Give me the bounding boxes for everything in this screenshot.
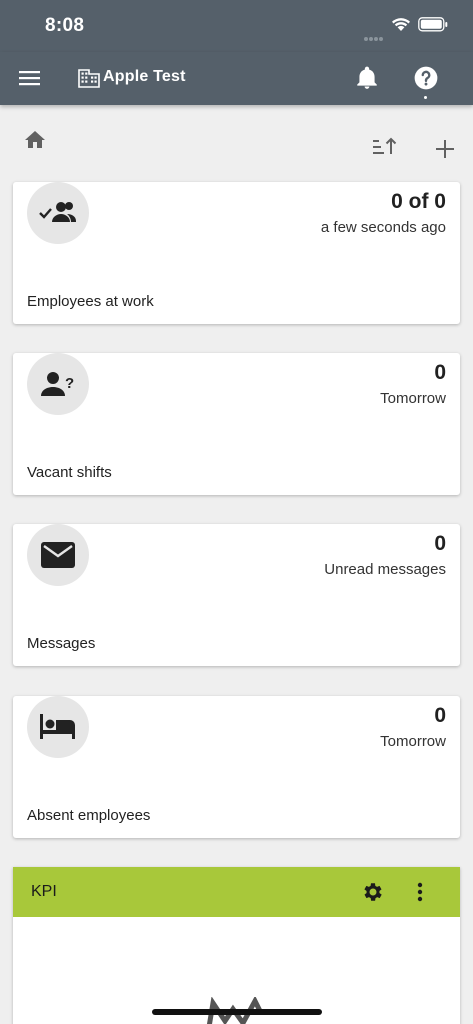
help-indicator-dot — [424, 96, 427, 99]
card-employees-at-work[interactable]: 0 of 0 a few seconds ago Employees at wo… — [13, 182, 460, 324]
card-label: Employees at work — [27, 293, 154, 310]
home-indicator[interactable] — [152, 1009, 322, 1015]
gear-icon[interactable] — [361, 880, 385, 904]
card-subtitle: Unread messages — [324, 561, 446, 578]
card-label: Absent employees — [27, 807, 151, 824]
help-icon[interactable] — [413, 65, 439, 91]
card-subtitle: Tomorrow — [380, 390, 446, 407]
card-label: Messages — [27, 635, 96, 652]
status-time: 8:08 — [45, 15, 85, 36]
sort-icon[interactable] — [372, 136, 398, 160]
card-messages[interactable]: 0 Unread messages Messages — [13, 524, 460, 666]
svg-text:?: ? — [65, 375, 74, 392]
card-absent-employees[interactable]: 0 Tomorrow Absent employees — [13, 696, 460, 838]
app-title[interactable]: Apple Test — [103, 68, 186, 86]
card-value: 0 — [434, 704, 446, 727]
kpi-title: KPI — [31, 883, 57, 900]
person-question-icon: ? — [27, 353, 89, 415]
app-bar: Apple Test — [0, 52, 473, 105]
battery-icon — [418, 17, 448, 32]
wifi-icon — [392, 18, 410, 31]
card-subtitle: a few seconds ago — [320, 219, 446, 236]
kpi-panel: KPI — [13, 867, 460, 1024]
building-icon — [78, 69, 100, 88]
kpi-header: KPI — [13, 867, 460, 917]
card-label: Vacant shifts — [27, 464, 112, 481]
signal-icon — [364, 28, 384, 46]
card-value: 0 — [434, 532, 446, 555]
home-icon[interactable] — [23, 128, 47, 152]
mail-icon — [27, 524, 89, 586]
add-icon[interactable] — [434, 138, 456, 160]
card-subtitle: Tomorrow — [380, 733, 446, 750]
people-check-icon — [27, 182, 89, 244]
card-vacant-shifts[interactable]: ? 0 Tomorrow Vacant shifts — [13, 353, 460, 495]
card-value: 0 of 0 — [391, 190, 446, 213]
hamburger-menu-icon[interactable] — [18, 67, 42, 89]
bell-icon[interactable] — [354, 65, 380, 91]
bed-icon — [27, 696, 89, 758]
more-vert-icon[interactable] — [408, 880, 432, 904]
card-value: 0 — [434, 361, 446, 384]
status-bar: 8:08 — [0, 0, 473, 52]
